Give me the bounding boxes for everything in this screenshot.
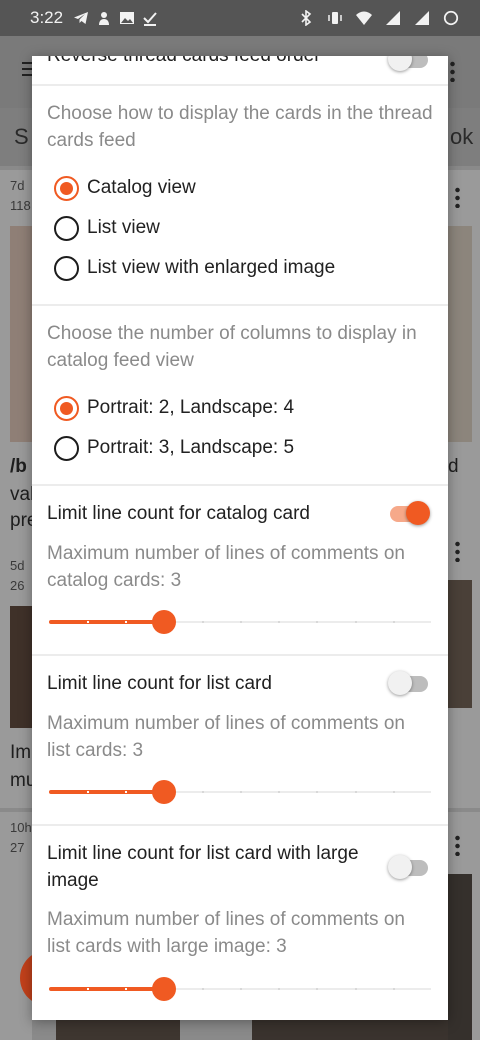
more-vert-icon — [450, 60, 455, 82]
list-limit-slider[interactable] — [49, 780, 431, 804]
status-time: 3:22 — [30, 8, 64, 27]
slider-tick — [201, 791, 204, 793]
background-card-meta: 7d — [10, 178, 25, 193]
reverse-order-label: Reverse thread cards feed order — [47, 56, 321, 69]
background-card-title: /b — [10, 456, 27, 477]
more-vert-icon — [455, 186, 460, 208]
slider-tick — [125, 988, 128, 990]
background-card-text: val — [10, 484, 35, 505]
slider-tick — [240, 621, 242, 623]
slider-tick — [125, 791, 128, 793]
background-tab-right: ok — [450, 124, 474, 149]
list-large-limit-label: Limit line count for list card with larg… — [47, 843, 359, 891]
radio-label: List view — [87, 217, 160, 238]
background-card-meta: 27 — [10, 840, 25, 855]
radio-label: Portrait: 2, Landscape: 4 — [87, 397, 295, 418]
display-mode-description: Choose how to display the cards in the t… — [47, 103, 433, 151]
background-card-meta: 118 — [10, 198, 31, 213]
radio-list-view[interactable]: List view — [54, 213, 160, 243]
slider-tick — [278, 988, 281, 990]
radio-columns-2-4[interactable]: Portrait: 2, Landscape: 4 — [54, 393, 294, 423]
background-card-text: Im — [10, 742, 32, 763]
vibrate-icon — [328, 12, 342, 24]
notification-icon — [99, 12, 110, 25]
background-card-meta: 10h — [10, 820, 32, 835]
bluetooth-icon — [301, 10, 312, 26]
more-vert-icon — [455, 834, 460, 856]
background-card-image — [10, 226, 32, 442]
slider-tick — [316, 621, 319, 623]
radio-button[interactable] — [54, 395, 79, 421]
slider-tick — [354, 621, 357, 623]
background-card-image — [448, 580, 472, 708]
reverse-order-setting[interactable]: Reverse thread cards feed order — [32, 56, 448, 86]
slider-tick — [87, 791, 90, 793]
slider-tick — [125, 621, 128, 623]
signal-icon — [386, 11, 400, 25]
settings-dialog: Reverse thread cards feed order Choose h… — [32, 56, 448, 1020]
radio-catalog-view[interactable]: Catalog view — [54, 173, 196, 203]
slider-tick — [240, 988, 242, 990]
telegram-icon — [74, 12, 89, 24]
catalog-limit-label: Limit line count for catalog card — [47, 503, 310, 524]
columns-description: Choose the number of columns to display … — [47, 323, 417, 371]
slider-tick — [87, 621, 90, 623]
columns-setting: Choose the number of columns to display … — [32, 306, 448, 486]
slider-tick — [278, 791, 281, 793]
slider-tick — [201, 988, 204, 990]
slider-tick — [201, 621, 204, 623]
catalog-limit-switch[interactable] — [388, 498, 430, 528]
background-card-meta: 5d — [10, 558, 25, 573]
background-card-image — [448, 226, 472, 442]
image-icon — [120, 12, 135, 24]
list-limit-switch[interactable] — [388, 668, 430, 698]
slider-tick — [316, 791, 319, 793]
more-vert-icon — [455, 540, 460, 562]
slider-tick — [278, 621, 281, 623]
background-card-text: d — [448, 456, 459, 477]
list-large-limit-setting: Limit line count for list card with larg… — [32, 826, 448, 1020]
background-tab-left: S — [14, 124, 29, 149]
radio-label: List view with enlarged image — [87, 257, 336, 278]
list-limit-setting: Limit line count for list card Maximum n… — [32, 656, 448, 826]
slider-tick — [392, 791, 395, 793]
reverse-order-switch[interactable] — [388, 56, 430, 74]
wifi-icon — [356, 11, 372, 25]
background-card-image — [10, 606, 32, 728]
radio-button[interactable] — [54, 255, 79, 281]
background-card-meta: 26 — [10, 578, 25, 593]
catalog-limit-slider[interactable] — [49, 610, 431, 634]
radio-label: Catalog view — [87, 177, 196, 198]
radio-button[interactable] — [54, 435, 79, 461]
signal-icon-2 — [415, 11, 429, 25]
radio-columns-3-5[interactable]: Portrait: 3, Landscape: 5 — [54, 433, 294, 463]
background-card-image — [448, 874, 472, 1040]
catalog-limit-setting: Limit line count for catalog card Maximu… — [32, 486, 448, 656]
slider-tick — [87, 988, 90, 990]
slider-tick — [316, 988, 319, 990]
list-large-limit-switch[interactable] — [388, 852, 430, 882]
battery-icon — [443, 10, 459, 26]
display-mode-setting: Choose how to display the cards in the t… — [32, 86, 448, 306]
list-large-limit-description: Maximum number of lines of comments on l… — [47, 909, 405, 957]
list-large-limit-slider[interactable] — [49, 977, 431, 1001]
list-limit-description: Maximum number of lines of comments on l… — [47, 713, 405, 761]
slider-tick — [354, 791, 357, 793]
slider-tick — [392, 621, 395, 623]
status-bar: 3:22 — [0, 0, 480, 36]
slider-tick — [240, 791, 242, 793]
radio-list-view-enlarged[interactable]: List view with enlarged image — [54, 253, 335, 283]
radio-button[interactable] — [54, 215, 79, 241]
radio-button[interactable] — [54, 175, 79, 201]
check-icon — [143, 12, 157, 26]
slider-tick — [354, 988, 357, 990]
list-limit-label: Limit line count for list card — [47, 673, 272, 694]
slider-tick — [392, 988, 395, 990]
radio-label: Portrait: 3, Landscape: 5 — [87, 437, 295, 458]
catalog-limit-description: Maximum number of lines of comments on c… — [47, 543, 405, 591]
